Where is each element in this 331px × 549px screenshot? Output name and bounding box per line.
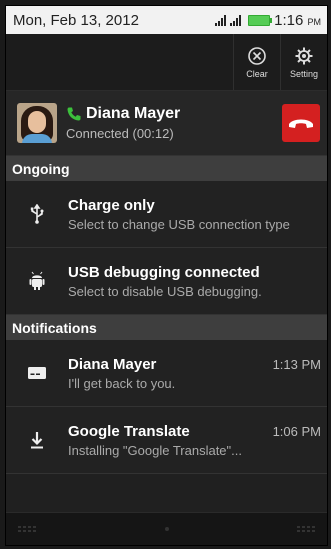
handle-dot-icon bbox=[164, 527, 169, 531]
clear-icon bbox=[248, 46, 266, 65]
grip-icon bbox=[18, 526, 36, 532]
status-date: Mon, Feb 13, 2012 bbox=[13, 11, 139, 29]
notification-title: Charge only bbox=[68, 196, 155, 214]
hangup-icon bbox=[289, 119, 313, 128]
grip-icon bbox=[297, 526, 315, 532]
android-debug-icon bbox=[29, 271, 45, 290]
notification-google-translate[interactable]: Google Translate 1:06 PM Installing "Goo… bbox=[6, 407, 327, 474]
setting-label: Setting bbox=[289, 68, 319, 79]
caller-name: Diana Mayer bbox=[86, 105, 181, 122]
panel-drag-handle[interactable] bbox=[6, 512, 327, 545]
notification-message-diana[interactable]: Diana Mayer 1:13 PM I'll get back to you… bbox=[6, 340, 327, 407]
notification-title: USB debugging connected bbox=[68, 263, 260, 281]
clear-button[interactable]: Clear bbox=[233, 34, 280, 90]
clear-label: Clear bbox=[246, 68, 268, 79]
gear-icon bbox=[295, 47, 313, 64]
battery-icon bbox=[248, 14, 273, 26]
notification-usb-debugging[interactable]: USB debugging connected Select to disabl… bbox=[6, 248, 327, 315]
action-bar: Clear Setting bbox=[6, 34, 327, 91]
usb-icon bbox=[30, 204, 44, 224]
notification-subtitle: I'll get back to you. bbox=[68, 375, 176, 391]
contact-avatar bbox=[17, 103, 57, 143]
notification-time: 1:13 PM bbox=[272, 356, 321, 372]
wifi-signal-icon bbox=[215, 14, 227, 26]
notification-time: 1:06 PM bbox=[272, 423, 321, 439]
cell-signal-icon bbox=[230, 14, 242, 26]
notification-charge-only[interactable]: Charge only Select to change USB connect… bbox=[6, 181, 327, 248]
section-header-notifications: Notifications bbox=[6, 315, 327, 340]
notification-panel: Mon, Feb 13, 2012 1:16 PM Clear Setting bbox=[5, 5, 328, 546]
notification-subtitle: Select to change USB connection type bbox=[68, 216, 290, 232]
section-header-ongoing: Ongoing bbox=[6, 156, 327, 181]
call-status: Connected (00:12) bbox=[66, 126, 174, 141]
setting-button[interactable]: Setting bbox=[280, 34, 327, 90]
notification-subtitle: Select to disable USB debugging. bbox=[68, 283, 262, 299]
ongoing-call-row[interactable]: Diana Mayer Connected (00:12) bbox=[6, 91, 327, 156]
status-time: 1:16 PM bbox=[274, 11, 321, 29]
message-icon bbox=[28, 367, 46, 379]
status-bar: Mon, Feb 13, 2012 1:16 PM bbox=[6, 6, 327, 34]
hangup-button[interactable] bbox=[282, 104, 320, 142]
download-icon bbox=[31, 432, 43, 449]
notification-title: Diana Mayer bbox=[68, 355, 157, 373]
notification-subtitle: Installing "Google Translate"... bbox=[68, 442, 242, 458]
notification-title: Google Translate bbox=[68, 422, 190, 440]
phone-icon bbox=[67, 107, 81, 121]
